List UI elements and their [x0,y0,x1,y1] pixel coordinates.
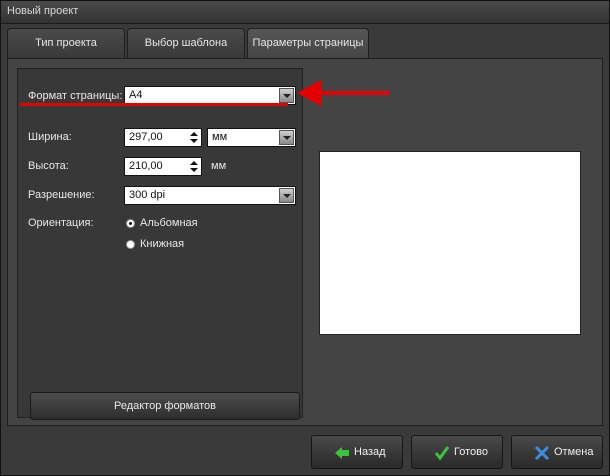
cancel-label: Отмена [554,446,594,458]
height-value: 210,00 [129,160,163,172]
checkmark-icon [434,446,450,461]
tab-project-type[interactable]: Тип проекта [7,28,125,58]
annotation-arrow-icon [297,80,389,106]
resolution-dropdown[interactable]: 300 dpi [124,186,296,205]
resolution-label: Разрешение: [28,189,95,201]
chevron-down-icon[interactable] [279,88,294,103]
arrow-left-icon [335,447,349,459]
tab-template-selection[interactable]: Выбор шаблона [127,28,245,58]
width-label: Ширина: [28,131,72,143]
radio-landscape[interactable] [126,219,135,228]
width-unit-dropdown[interactable]: мм [207,128,296,147]
done-button[interactable]: Готово [411,435,503,469]
done-label: Готово [454,446,488,458]
height-unit-label: мм [211,160,227,172]
page-parameters-panel: Формат страницы: A4 Ширина: 297,00 мм Вы… [7,58,603,426]
page-format-value: A4 [129,89,143,101]
radio-portrait[interactable] [126,240,135,249]
new-project-window: Новый проект Тип проекта Выбор шаблона П… [0,0,610,476]
page-preview [319,151,581,335]
page-format-label: Формат страницы: [28,90,123,102]
format-editor-button[interactable]: Редактор форматов [30,392,300,420]
height-stepper[interactable] [189,159,199,174]
chevron-down-icon[interactable] [279,130,294,145]
tab-page-parameters[interactable]: Параметры страницы [247,28,369,59]
landscape-label[interactable]: Альбомная [140,217,198,229]
back-button[interactable]: Назад [311,435,403,469]
width-unit-value: мм [212,131,228,143]
height-input[interactable]: 210,00 [124,157,202,176]
width-value: 297,00 [129,131,163,143]
chevron-down-icon[interactable] [279,188,294,203]
title-bar: Новый проект [1,1,609,24]
height-label: Высота: [28,160,69,172]
close-icon [534,445,550,461]
back-label: Назад [354,446,386,458]
width-stepper[interactable] [189,130,199,145]
width-input[interactable]: 297,00 [124,128,202,147]
cancel-button[interactable]: Отмена [511,435,603,469]
resolution-value: 300 dpi [129,189,166,201]
orientation-label: Ориентация: [28,217,94,229]
annotation-underline [20,103,288,106]
portrait-label[interactable]: Книжная [140,238,184,250]
settings-pane: Формат страницы: A4 Ширина: 297,00 мм Вы… [17,68,303,420]
window-title: Новый проект [7,5,79,17]
